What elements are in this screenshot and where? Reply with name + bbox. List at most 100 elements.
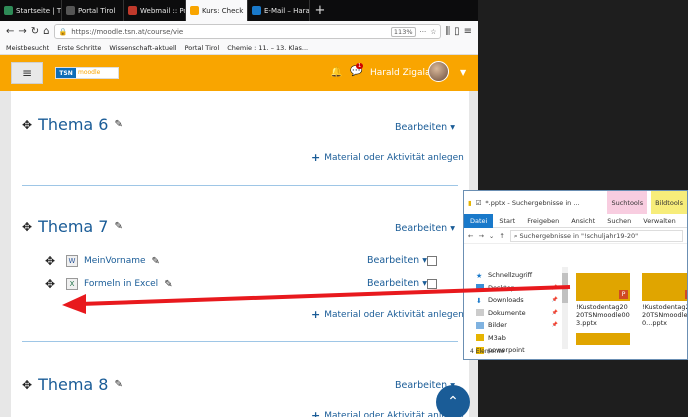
drawer-menu-button[interactable]: ≡ (11, 62, 43, 84)
ribbon-tab-start[interactable]: Start (493, 217, 521, 225)
up-icon[interactable]: ↑ (499, 232, 504, 240)
divider (22, 185, 458, 186)
bookmark-erste-schritte[interactable]: Erste Schritte (57, 44, 101, 52)
user-name[interactable]: Harald Zigala (370, 68, 430, 78)
edit-label: Bearbeiten (367, 255, 420, 266)
qat-icon[interactable]: ☑ (476, 199, 482, 207)
site-logo[interactable]: TSN moodle (55, 67, 119, 79)
back-icon[interactable]: ← (6, 26, 14, 37)
pin-icon[interactable]: 📌 (552, 297, 558, 303)
explorer-address-bar: ← → ⌄ ↑ ⌕ Suchergebnisse in "!schuljahr1… (464, 228, 687, 244)
course-card: ✥ Thema 6 ✎ Bearbeiten ▾ + Material oder … (11, 91, 469, 417)
nav-bilder[interactable]: Bilder 📌 (464, 319, 562, 332)
avatar[interactable] (428, 61, 449, 82)
pin-icon[interactable]: 📌 (552, 310, 558, 316)
nav-m3ab[interactable]: M3ab (464, 332, 562, 345)
edit-label: Bearbeiten (367, 278, 420, 289)
pin-icon[interactable]: 📌 (552, 285, 558, 291)
pencil-icon[interactable]: ✎ (114, 119, 122, 130)
move-icon[interactable]: ✥ (22, 118, 32, 132)
activity-name[interactable]: MeinVorname (84, 256, 146, 266)
tab-kurs[interactable]: Kurs: Check✕ (186, 0, 248, 21)
navigation-scrollbar[interactable] (562, 267, 568, 349)
tab-label: Startseite | Tir (16, 6, 62, 15)
bookmark-star-icon[interactable]: ☆ (430, 28, 436, 36)
tab-webmail[interactable]: Webmail :: Pos (124, 0, 186, 21)
ribbon-tab-ansicht[interactable]: Ansicht (565, 217, 601, 225)
more-icon[interactable]: ··· (420, 28, 427, 36)
edit-menu[interactable]: Bearbeiten ▾ (367, 255, 427, 266)
word-icon: W (66, 255, 78, 267)
browser-window: Startseite | Tir Portal Tirol Webmail ::… (0, 0, 478, 417)
scroll-to-top-button[interactable]: ⌃ (436, 385, 470, 417)
back-icon[interactable]: ← (468, 232, 473, 240)
scroll-thumb[interactable] (562, 273, 568, 303)
bookmark-meistbesucht[interactable]: Meistbesucht (6, 44, 49, 52)
file-item[interactable]: P !Kustodentag2020TSNmoodle003.pptx (576, 273, 630, 327)
bookmark-portal-tirol[interactable]: Portal Tirol (185, 44, 220, 52)
zoom-level[interactable]: 113% (390, 26, 416, 37)
tab-email[interactable]: E-Mail – Harald (248, 0, 310, 21)
add-activity-button[interactable]: + Material oder Aktivität anlegen (311, 151, 464, 164)
tab-startseite[interactable]: Startseite | Tir (0, 0, 62, 21)
folder-icon (476, 334, 484, 342)
move-icon[interactable]: ✥ (22, 378, 32, 392)
image-tools-tab[interactable]: Bildtools (651, 191, 687, 214)
pin-icon[interactable]: 📌 (552, 322, 558, 328)
search-tools-tab[interactable]: Suchtools (607, 191, 648, 214)
section-title: ✥ Thema 7 ✎ (22, 217, 123, 236)
pencil-icon[interactable]: ✎ (152, 256, 160, 267)
address-field[interactable]: ⌕ Suchergebnisse in "!schuljahr19-20" (509, 229, 683, 242)
forward-icon[interactable]: → (18, 26, 26, 37)
ribbon-tab-datei[interactable]: Datei (464, 213, 494, 228)
file-item[interactable]: P !Kustodentag2020TSNmoodle0...pptx (642, 273, 687, 327)
chevron-down-icon[interactable]: ▼ (460, 68, 466, 77)
sidebar-icon[interactable]: ▯ (454, 26, 460, 37)
ribbon-tab-freigeben[interactable]: Freigeben (521, 217, 565, 225)
activity-item[interactable]: X Formeln in Excel ✎ (66, 278, 173, 290)
nav-dokumente[interactable]: Dokumente 📌 (464, 307, 562, 320)
section-name[interactable]: Thema 8 (38, 375, 108, 394)
home-icon[interactable]: ⌂ (43, 26, 49, 37)
library-icon[interactable]: ⫼ (445, 26, 450, 37)
pencil-icon[interactable]: ✎ (114, 221, 122, 232)
url-bar[interactable]: 🔒 https://moodle.tsn.at/course/vie 113% … (53, 24, 442, 39)
tab-favicon (252, 6, 261, 15)
move-icon[interactable]: ✥ (45, 254, 55, 268)
pencil-icon[interactable]: ✎ (114, 379, 122, 390)
edit-menu[interactable]: Bearbeiten ▾ (395, 223, 455, 234)
search-icon: ⌕ (513, 231, 518, 240)
explorer-ribbon: Datei Start Freigeben Ansicht Suchen Ver… (464, 213, 687, 228)
bookmark-wissenschaft[interactable]: Wissenschaft-aktuell (109, 44, 176, 52)
ribbon-tab-suchen[interactable]: Suchen (601, 217, 637, 225)
section-name[interactable]: Thema 7 (38, 217, 108, 236)
nav-desktop[interactable]: Desktop 📌 (464, 282, 562, 295)
activity-name[interactable]: Formeln in Excel (84, 279, 158, 289)
file-thumbnail[interactable] (576, 333, 630, 345)
new-tab-icon[interactable]: + (310, 0, 330, 21)
forward-icon[interactable]: → (478, 232, 483, 240)
add-activity-button[interactable]: + Material oder Aktivität anlegen (311, 308, 464, 321)
tab-portal-tirol[interactable]: Portal Tirol (62, 0, 124, 21)
section-name[interactable]: Thema 6 (38, 115, 108, 134)
document-icon (476, 309, 484, 317)
completion-checkbox[interactable] (427, 279, 437, 289)
lock-icon: 🔒 (58, 27, 68, 36)
nav-downloads[interactable]: ⬇ Downloads 📌 (464, 294, 562, 307)
download-icon: ⬇ (476, 296, 482, 305)
edit-menu[interactable]: Bearbeiten ▾ (367, 278, 427, 289)
move-icon[interactable]: ✥ (45, 277, 55, 291)
chevron-down-icon[interactable]: ⌄ (489, 232, 494, 240)
move-icon[interactable]: ✥ (22, 220, 32, 234)
star-icon: ★ (476, 271, 483, 280)
nav-schnellzugriff[interactable]: ★ Schnellzugriff (464, 269, 562, 282)
bookmark-chemie[interactable]: Chemie : 11. – 13. Klas... (227, 44, 308, 52)
completion-checkbox[interactable] (427, 256, 437, 266)
edit-menu[interactable]: Bearbeiten ▾ (395, 122, 455, 133)
reload-icon[interactable]: ↻ (31, 26, 39, 37)
ribbon-tab-verwalten[interactable]: Verwalten (637, 217, 681, 225)
menu-icon[interactable]: ≡ (464, 26, 472, 37)
activity-item[interactable]: W MeinVorname ✎ (66, 255, 160, 267)
pencil-icon[interactable]: ✎ (164, 279, 172, 290)
bell-icon[interactable]: 🔔 (330, 67, 342, 78)
